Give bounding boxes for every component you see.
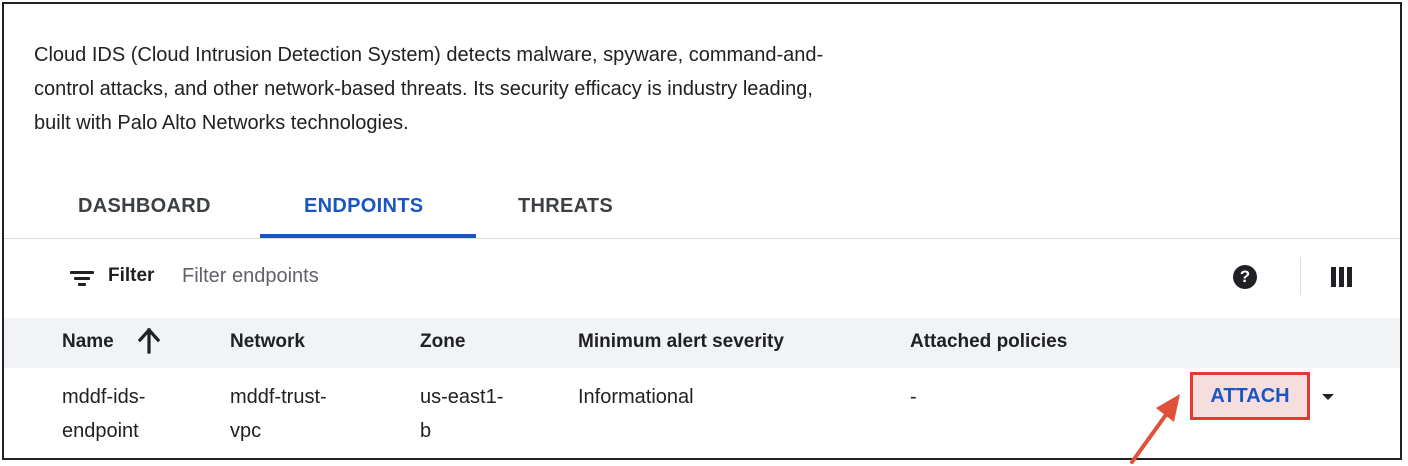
description-line: control attacks, and other network-based… — [34, 78, 813, 100]
tab-dashboard[interactable]: DASHBOARD — [78, 184, 211, 238]
tab-threats[interactable]: THREATS — [518, 184, 613, 238]
tab-bar: DASHBOARD ENDPOINTS THREATS — [4, 184, 1400, 238]
arrow-upward-icon[interactable] — [138, 328, 160, 354]
column-header-zone[interactable]: Zone — [420, 331, 465, 353]
column-header-name[interactable]: Name — [62, 331, 114, 353]
description-line: Cloud IDS (Cloud Intrusion Detection Sys… — [34, 44, 824, 66]
column-header-policies[interactable]: Attached policies — [910, 331, 1067, 353]
column-header-network[interactable]: Network — [230, 331, 305, 353]
cloud-ids-panel: Cloud IDS (Cloud Intrusion Detection Sys… — [2, 2, 1402, 460]
tab-divider — [4, 238, 1400, 239]
table-row: mddf-ids- endpoint mddf-trust- vpc us-ea… — [4, 368, 1400, 458]
attach-button[interactable]: ATTACH — [1190, 372, 1310, 420]
attach-button-label: ATTACH — [1210, 385, 1290, 407]
tab-endpoints[interactable]: ENDPOINTS — [304, 184, 423, 238]
description-line: built with Palo Alto Networks technologi… — [34, 112, 409, 134]
filter-bar: Filter ? — [4, 249, 1400, 305]
annotation-arrow-icon — [1130, 394, 1180, 464]
toolbar-divider — [1300, 257, 1301, 295]
severity-cell: Informational — [578, 386, 694, 408]
page-description: Cloud IDS (Cloud Intrusion Detection Sys… — [34, 38, 994, 140]
filter-label[interactable]: Filter — [108, 265, 154, 287]
help-icon[interactable]: ? — [1233, 265, 1257, 289]
network-cell: mddf-trust- vpc — [230, 386, 327, 442]
attach-dropdown-icon[interactable] — [1322, 394, 1334, 400]
column-display-icon[interactable] — [1331, 267, 1353, 287]
filter-endpoints-input[interactable] — [182, 261, 1082, 291]
filter-list-icon[interactable] — [70, 271, 94, 287]
table-header: Name Network Zone Minimum alert severity… — [4, 318, 1400, 368]
attached-policies-cell: - — [910, 386, 917, 408]
column-header-severity[interactable]: Minimum alert severity — [578, 331, 784, 353]
endpoint-name-cell[interactable]: mddf-ids- endpoint — [62, 380, 145, 448]
zone-cell: us-east1- b — [420, 386, 504, 442]
